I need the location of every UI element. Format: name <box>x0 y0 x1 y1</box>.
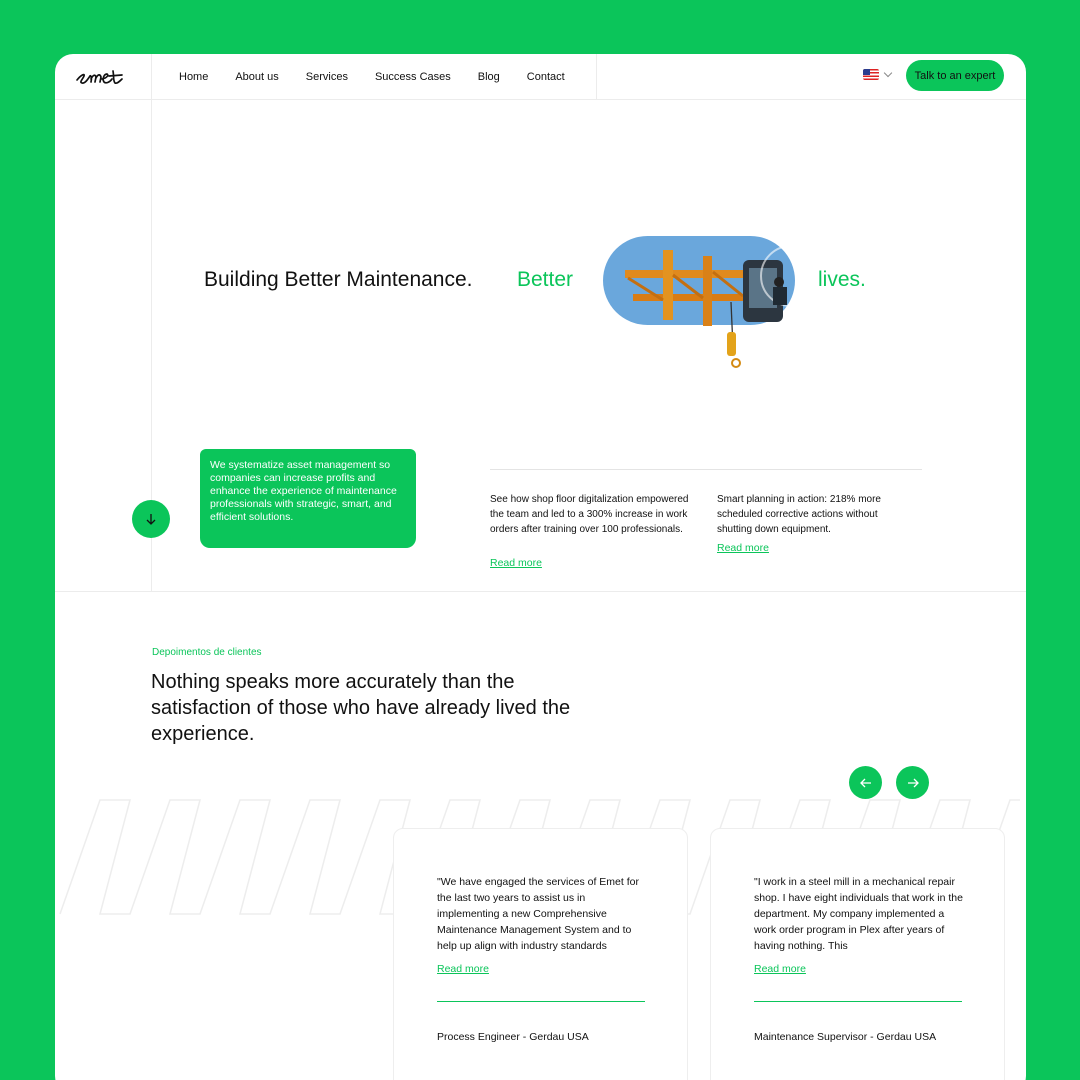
testimonials-eyebrow: Depoimentos de clientes <box>152 647 262 658</box>
case-text: Smart planning in action: 218% more sche… <box>717 494 881 535</box>
arrow-left-icon <box>859 778 871 787</box>
scroll-down-button[interactable] <box>132 500 170 538</box>
hero-headline: Building Better Maintenance. <box>204 268 473 291</box>
testimonial-author-role: Maintenance Supervisor - Gerdau USA <box>754 1031 937 1043</box>
arrow-right-icon <box>907 778 919 787</box>
emet-logo[interactable] <box>75 63 133 89</box>
carousel-prev-button[interactable] <box>849 766 882 799</box>
case-text: See how shop floor digitalization empowe… <box>490 494 689 535</box>
talk-to-expert-button[interactable]: Talk to an expert <box>906 60 1004 91</box>
testimonial-author-role: Process Engineer - Gerdau USA <box>437 1031 589 1043</box>
nav-about-us[interactable]: About us <box>235 71 278 83</box>
testimonial-divider <box>437 1001 645 1002</box>
case-read-more-link[interactable]: Read more <box>490 557 542 569</box>
carousel-next-button[interactable] <box>896 766 929 799</box>
cases-divider <box>490 469 922 470</box>
us-flag-icon <box>863 69 879 80</box>
testimonial-read-more-link[interactable]: Read more <box>754 963 806 975</box>
chevron-down-icon <box>883 68 893 78</box>
crane-worker-image <box>625 245 803 368</box>
case-read-more-link[interactable]: Read more <box>717 542 769 554</box>
testimonials-heading: Nothing speaks more accurately than the … <box>151 671 571 745</box>
nav-success-cases[interactable]: Success Cases <box>375 71 451 83</box>
testimonial-card: "We have engaged the services of Emet fo… <box>393 828 688 1080</box>
language-selector[interactable] <box>863 68 893 80</box>
nav-contact[interactable]: Contact <box>527 71 565 83</box>
main-nav: Home About us Services Success Cases Blo… <box>179 54 592 100</box>
nav-services[interactable]: Services <box>306 71 348 83</box>
nav-divider <box>596 54 597 100</box>
intro-card: We systematize asset management so compa… <box>200 449 416 548</box>
testimonial-divider <box>754 1001 962 1002</box>
testimonial-read-more-link[interactable]: Read more <box>437 963 489 975</box>
testimonial-card: "I work in a steel mill in a mechanical … <box>710 828 1005 1080</box>
nav-blog[interactable]: Blog <box>478 71 500 83</box>
nav-home[interactable]: Home <box>179 71 208 83</box>
section-divider <box>55 591 1026 592</box>
page-frame: Home About us Services Success Cases Blo… <box>55 54 1026 1080</box>
site-header: Home About us Services Success Cases Blo… <box>55 54 1026 100</box>
hero-headline-lives: lives. <box>818 268 866 291</box>
testimonial-quote: "I work in a steel mill in a mechanical … <box>754 876 963 952</box>
arrow-down-icon <box>146 514 156 525</box>
testimonial-quote: "We have engaged the services of Emet fo… <box>437 876 639 952</box>
hero-headline-better: Better <box>517 268 574 291</box>
